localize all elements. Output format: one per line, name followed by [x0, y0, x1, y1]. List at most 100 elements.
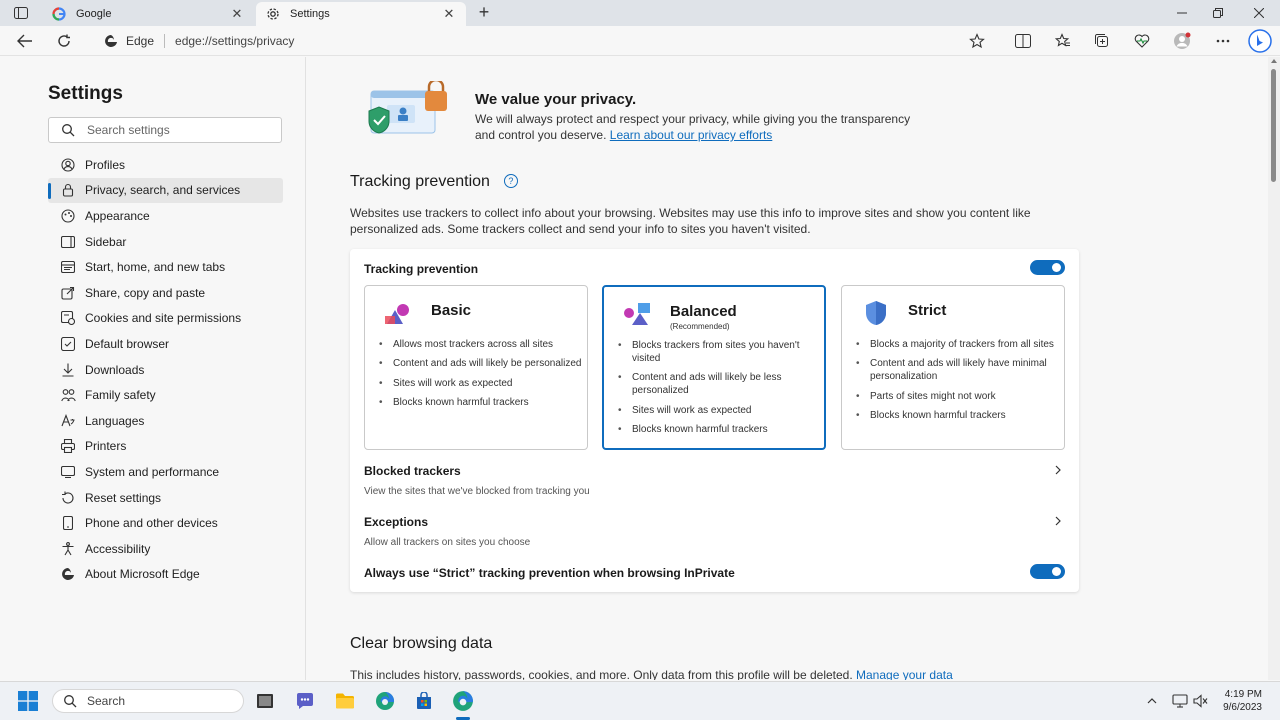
option-bullets: Blocks a majority of trackers from all s…	[856, 338, 1060, 428]
blocked-trackers-sub: View the sites that we've blocked from t…	[364, 486, 590, 497]
privacy-title: We value your privacy.	[475, 91, 637, 108]
sidebar-item-system[interactable]: System and performance	[48, 459, 283, 485]
sidebar-item-label: Profiles	[85, 157, 126, 172]
sidebar-item-start-home[interactable]: Start, home, and new tabs	[48, 254, 283, 280]
profile-button[interactable]	[1172, 31, 1192, 51]
option-basic[interactable]: Basic Allows most trackers across all si…	[364, 285, 588, 450]
sidebar-item-cookies[interactable]: Cookies and site permissions	[48, 306, 283, 332]
tracking-toggle-label: Tracking prevention	[364, 262, 479, 276]
inprivate-strict-toggle[interactable]	[1030, 564, 1065, 579]
task-view-icon	[257, 694, 273, 708]
file-explorer-button[interactable]	[334, 690, 356, 712]
collections-icon	[1095, 34, 1108, 47]
close-tab-icon[interactable]: ✕	[442, 7, 456, 21]
sidebar-item-label: Phone and other devices	[85, 516, 218, 531]
sidebar-item-label: Share, copy and paste	[85, 285, 206, 300]
sidebar-item-family-safety[interactable]: Family safety	[48, 382, 283, 408]
taskbar-clock[interactable]: 4:19 PM 9/6/2023	[1212, 688, 1262, 714]
sidebar-item-about[interactable]: About Microsoft Edge	[48, 562, 283, 588]
tab-strip: Google ✕ Settings ✕ +	[0, 0, 1280, 26]
sidebar-item-default-browser[interactable]: Default browser	[48, 331, 283, 357]
address-brand: Edge	[126, 34, 155, 48]
sidebar-icon	[60, 234, 76, 250]
sidebar-item-label: Sidebar	[85, 234, 127, 249]
sidebar-item-share[interactable]: Share, copy and paste	[48, 280, 283, 306]
search-settings-input[interactable]	[87, 123, 267, 137]
sidebar-item-label: Privacy, search, and services	[85, 183, 241, 198]
close-icon	[1254, 8, 1264, 18]
option-strict[interactable]: Strict Blocks a majority of trackers fro…	[841, 285, 1065, 450]
favorites-button[interactable]	[1053, 31, 1073, 51]
teams-chat-button[interactable]	[294, 690, 316, 712]
restore-button[interactable]	[1204, 3, 1232, 23]
edge-taskbar-button[interactable]	[374, 690, 396, 712]
taskbar-search-label: Search	[87, 694, 126, 708]
tab-actions-button[interactable]	[8, 4, 34, 22]
network-icon	[1172, 694, 1188, 708]
scrollbar-thumb[interactable]	[1271, 69, 1276, 182]
sidebar-item-sidebar[interactable]: Sidebar	[48, 229, 283, 255]
start-button[interactable]	[17, 690, 39, 712]
help-icon[interactable]: ?	[503, 174, 518, 188]
sidebar-item-printers[interactable]: Printers	[48, 434, 283, 460]
minimize-button[interactable]	[1168, 3, 1196, 23]
favorite-star-button[interactable]	[967, 31, 987, 51]
store-button[interactable]	[413, 690, 435, 712]
tab-google[interactable]: Google ✕	[42, 2, 254, 26]
new-tab-button[interactable]: +	[474, 3, 494, 23]
more-options-button[interactable]	[1213, 31, 1233, 51]
settings-search[interactable]	[48, 117, 282, 143]
chevron-up-icon	[1147, 698, 1157, 704]
address-divider	[164, 34, 166, 48]
cookie-icon	[60, 310, 76, 326]
chat-icon	[297, 693, 313, 709]
refresh-button[interactable]	[54, 31, 74, 51]
option-balanced[interactable]: Balanced (Recommended) Blocks trackers f…	[602, 285, 826, 450]
volume-button[interactable]	[1193, 694, 1209, 708]
sidebar-item-accessibility[interactable]: Accessibility	[48, 536, 283, 562]
back-button[interactable]	[15, 31, 35, 51]
bullet: Sites will work as expected	[618, 404, 822, 417]
bullet: Blocks known harmful trackers	[379, 396, 583, 409]
collections-button[interactable]	[1092, 31, 1112, 51]
sidebar-item-phone[interactable]: Phone and other devices	[48, 510, 283, 536]
edge-active-taskbar-button[interactable]	[452, 690, 474, 712]
sidebar-item-downloads[interactable]: Downloads	[48, 357, 283, 383]
heart-pulse-icon	[1134, 34, 1150, 48]
google-icon	[52, 7, 66, 21]
close-window-button[interactable]	[1245, 3, 1273, 23]
privacy-description: We will always protect and respect your …	[475, 111, 945, 143]
manage-data-link[interactable]: Manage your data	[856, 668, 953, 680]
network-button[interactable]	[1172, 694, 1188, 708]
refresh-icon	[58, 34, 70, 47]
browser-essentials-button[interactable]	[1132, 31, 1152, 51]
privacy-efforts-link[interactable]: Learn about our privacy efforts	[610, 128, 773, 142]
sidebar-item-privacy[interactable]: Privacy, search, and services	[48, 177, 283, 204]
sidebar-item-appearance[interactable]: Appearance	[48, 203, 283, 229]
show-hidden-icons-button[interactable]	[1144, 694, 1160, 708]
main-scrollbar[interactable]	[1268, 57, 1280, 680]
sidebar-item-reset[interactable]: Reset settings	[48, 485, 283, 511]
scroll-up-icon[interactable]	[1271, 59, 1277, 63]
close-tab-icon[interactable]: ✕	[230, 7, 244, 21]
tracking-prevention-toggle[interactable]	[1030, 260, 1065, 275]
bullet: Blocks trackers from sites you haven't v…	[618, 339, 822, 365]
taskbar-search[interactable]: Search	[52, 689, 244, 713]
bing-chat-button[interactable]	[1248, 28, 1272, 54]
sidebar-item-languages[interactable]: Languages	[48, 408, 283, 434]
bullet: Parts of sites might not work	[856, 390, 1060, 403]
task-view-button[interactable]	[254, 690, 276, 712]
volume-muted-icon	[1193, 694, 1208, 708]
address-bar[interactable]: Edge edge://settings/privacy	[92, 29, 1002, 53]
sidebar-item-label: Languages	[85, 413, 145, 428]
windows-logo-icon	[18, 691, 38, 711]
sidebar-item-label: Start, home, and new tabs	[85, 260, 226, 275]
tab-settings[interactable]: Settings ✕	[256, 2, 466, 26]
search-icon	[62, 124, 75, 137]
exceptions-label: Exceptions	[364, 515, 429, 529]
option-title: Basic	[431, 302, 472, 319]
profile-icon	[60, 157, 76, 173]
blocked-trackers-label: Blocked trackers	[364, 464, 461, 478]
split-screen-button[interactable]	[1013, 31, 1033, 51]
sidebar-item-profiles[interactable]: Profiles	[48, 152, 283, 178]
